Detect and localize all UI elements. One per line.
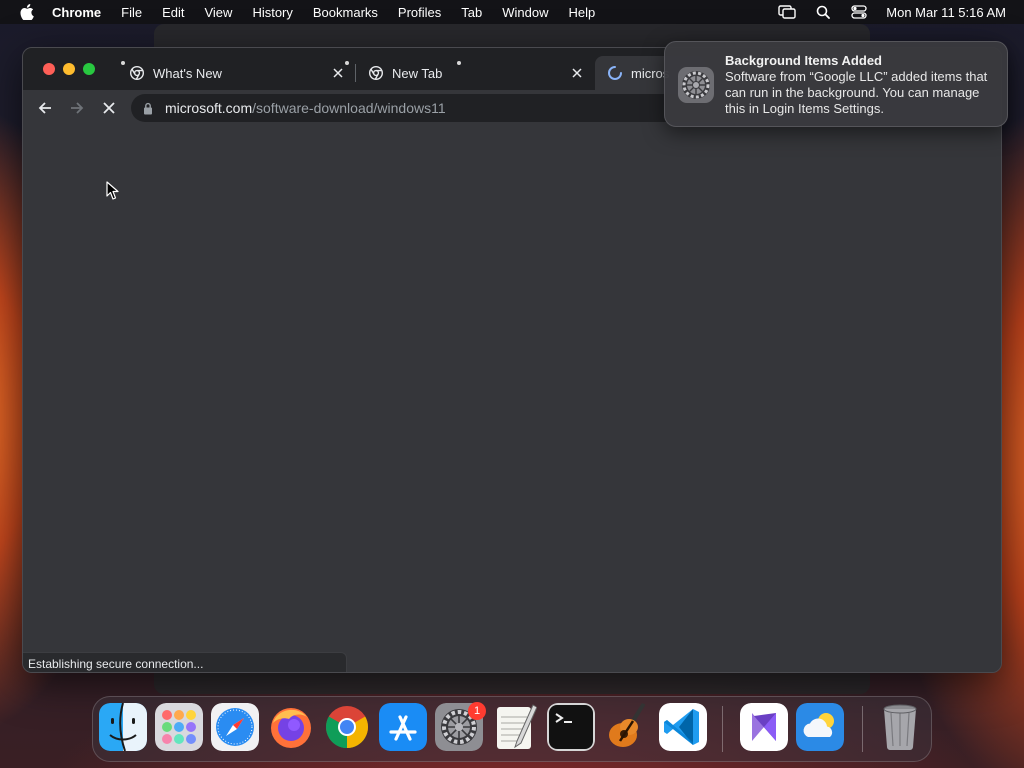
menu-app-name[interactable]: Chrome	[52, 5, 101, 20]
stop-loading-button[interactable]	[99, 98, 119, 118]
menu-view[interactable]: View	[204, 5, 232, 20]
loading-spinner-icon	[607, 65, 623, 81]
tab-whats-new[interactable]: What's New	[117, 56, 353, 90]
visual-studio-code-icon[interactable]	[659, 703, 707, 751]
screen-mirroring-icon[interactable]	[778, 4, 796, 20]
firefox-icon[interactable]	[267, 703, 315, 751]
menu-tab[interactable]: Tab	[461, 5, 482, 20]
url-text: microsoft.com/software-download/windows1…	[165, 100, 446, 116]
dock-separator	[722, 706, 723, 752]
menu-clock[interactable]: Mon Mar 11 5:16 AM	[886, 5, 1006, 20]
forward-button[interactable]	[67, 98, 87, 118]
menu-profiles[interactable]: Profiles	[398, 5, 441, 20]
textedit-icon[interactable]	[491, 703, 539, 751]
notification-title: Background Items Added	[725, 53, 882, 68]
menu-window[interactable]: Window	[502, 5, 548, 20]
minimize-window-button[interactable]	[63, 63, 75, 75]
safari-icon[interactable]	[211, 703, 259, 751]
back-button[interactable]	[35, 98, 55, 118]
terminal-icon[interactable]	[547, 703, 595, 751]
chrome-icon	[129, 65, 145, 81]
menu-file[interactable]: File	[121, 5, 142, 20]
address-bar[interactable]: microsoft.com/software-download/windows1…	[131, 94, 751, 122]
control-center-icon[interactable]	[850, 4, 868, 20]
close-tab-icon[interactable]	[570, 66, 584, 80]
tab-title: New Tab	[392, 65, 443, 81]
dock-separator	[862, 706, 863, 752]
notification-body: Software from “Google LLC” added items t…	[725, 69, 988, 116]
tab-new-tab[interactable]: New Tab	[356, 56, 592, 90]
running-indicator	[345, 61, 349, 65]
running-indicator	[121, 61, 125, 65]
zoom-window-button[interactable]	[83, 63, 95, 75]
chrome-icon	[368, 65, 384, 81]
menu-bookmarks[interactable]: Bookmarks	[313, 5, 378, 20]
weather-icon[interactable]	[796, 703, 844, 751]
url-path: /software-download/windows11	[252, 100, 446, 116]
google-chrome-icon[interactable]	[323, 703, 371, 751]
trash-icon[interactable]	[876, 703, 924, 751]
finder-icon[interactable]	[99, 703, 147, 751]
spotlight-search-icon[interactable]	[814, 4, 832, 20]
page-content[interactable]	[23, 126, 1001, 672]
visual-studio-icon[interactable]	[740, 703, 788, 751]
close-window-button[interactable]	[43, 63, 55, 75]
menu-history[interactable]: History	[252, 5, 292, 20]
mouse-cursor-icon	[106, 181, 119, 200]
garageband-icon[interactable]	[603, 703, 651, 751]
launchpad-icon[interactable]	[155, 703, 203, 751]
tab-title: What's New	[153, 65, 222, 81]
menu-extras: Mon Mar 11 5:16 AM	[778, 0, 1006, 24]
apple-icon[interactable]	[20, 4, 34, 20]
app-store-icon[interactable]	[379, 703, 427, 751]
status-bubble: Establishing secure connection...	[23, 652, 347, 672]
menu-help[interactable]: Help	[569, 5, 596, 20]
notification-banner[interactable]: Background Items Added Software from “Go…	[664, 41, 1008, 127]
running-indicator	[457, 61, 461, 65]
system-settings-gear-icon	[678, 67, 714, 103]
menu-bar: Chrome File Edit View History Bookmarks …	[0, 0, 1024, 24]
url-domain: microsoft.com	[165, 100, 253, 116]
lock-icon[interactable]	[143, 101, 155, 115]
chrome-window: What's New New Tab micros microsoft.com/…	[22, 47, 1002, 673]
menu-edit[interactable]: Edit	[162, 5, 184, 20]
notification-badge: 1	[468, 702, 486, 720]
close-tab-icon[interactable]	[331, 66, 345, 80]
